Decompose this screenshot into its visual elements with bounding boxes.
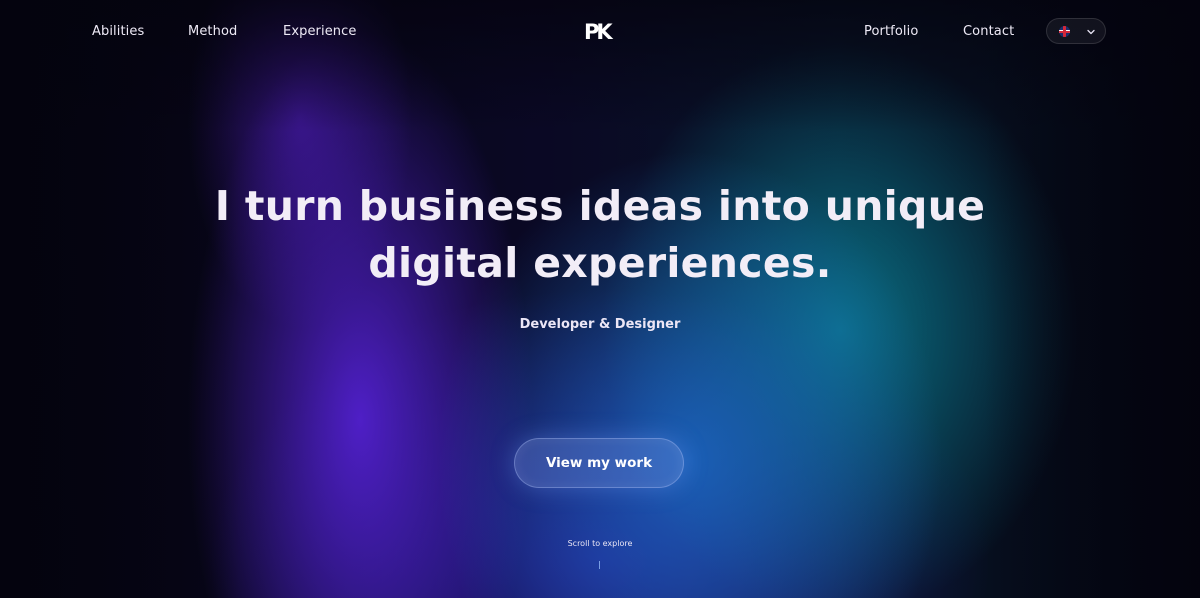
hero-headline-line2: digital experiences. [368, 239, 832, 287]
hero-headline: I turn business ideas into unique digita… [0, 178, 1200, 292]
chevron-down-icon [1087, 29, 1095, 35]
scroll-hint: Scroll to explore [567, 539, 633, 548]
hero-page: Abilities Method Experience PK Portfolio… [0, 0, 1200, 598]
nav-link-method[interactable]: Method [188, 24, 237, 39]
scroll-indicator [599, 561, 600, 569]
view-my-work-button[interactable]: View my work [514, 438, 684, 488]
nav-link-contact[interactable]: Contact [963, 24, 1014, 39]
nav-link-abilities[interactable]: Abilities [92, 24, 144, 39]
logo[interactable]: PK [584, 20, 613, 44]
uk-flag-icon [1059, 26, 1070, 37]
language-selector[interactable] [1046, 18, 1106, 44]
nav-link-experience[interactable]: Experience [283, 24, 357, 39]
nav-link-portfolio[interactable]: Portfolio [864, 24, 918, 39]
background-vignette [0, 0, 1200, 598]
hero-subtitle: Developer & Designer [519, 317, 681, 332]
hero-headline-line1: I turn business ideas into unique [214, 182, 986, 230]
